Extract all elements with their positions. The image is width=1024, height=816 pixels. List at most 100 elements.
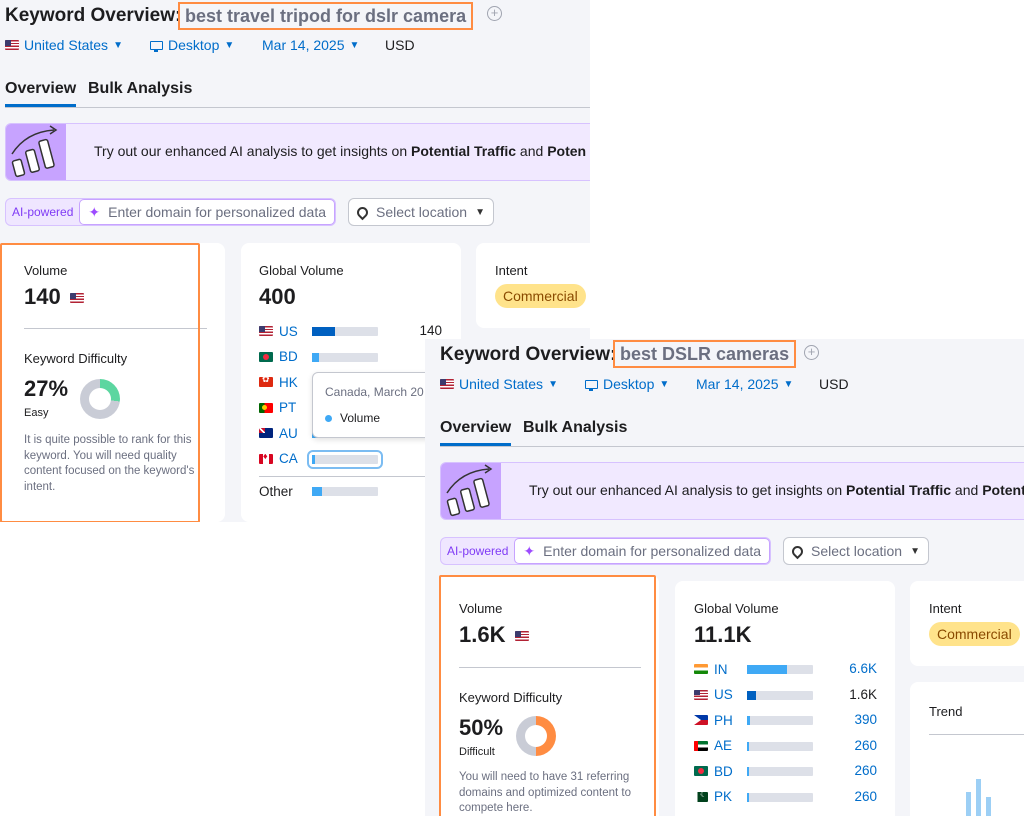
- desktop-icon: [150, 40, 163, 52]
- country-volume-value[interactable]: 260: [827, 763, 877, 778]
- sparkle-icon: ✦: [523, 542, 536, 559]
- bd-flag-icon: [259, 351, 273, 362]
- country-volume-bar: [747, 690, 813, 700]
- country-code[interactable]: US: [279, 324, 303, 339]
- tooltip-title: Canada, March 20: [325, 385, 424, 399]
- intent-card: Intent Commercial: [910, 581, 1024, 666]
- country-row-au[interactable]: AU: [259, 425, 303, 441]
- country-filter-label: United States: [459, 376, 544, 392]
- bd-flag-icon: [694, 766, 708, 776]
- country-code[interactable]: BD: [279, 349, 303, 364]
- country-code[interactable]: BD: [714, 764, 738, 779]
- ai-banner[interactable]: Try out our enhanced AI analysis to get …: [5, 123, 590, 181]
- country-row-pt[interactable]: PT: [259, 400, 303, 416]
- country-row-in[interactable]: IN: [694, 661, 738, 677]
- volume-kd-highlight: [439, 575, 656, 816]
- banner-bold-traffic: Potential Traffic: [846, 482, 952, 498]
- country-volume-bar: [312, 352, 378, 362]
- chevron-down-icon: ▼: [659, 378, 670, 390]
- country-code[interactable]: US: [714, 687, 738, 702]
- tab-overview[interactable]: Overview: [440, 419, 512, 446]
- chevron-down-icon: ▼: [548, 378, 558, 390]
- country-row-pk[interactable]: PK: [694, 789, 738, 805]
- intent-label: Intent: [495, 263, 528, 278]
- us-flag-icon: [694, 689, 708, 700]
- country-code[interactable]: AE: [714, 738, 738, 753]
- global-volume-value: 11.1K: [694, 622, 752, 647]
- domain-input[interactable]: ✦ Enter domain for personalized data: [514, 538, 771, 564]
- tab-bulk-analysis[interactable]: Bulk Analysis: [88, 80, 192, 98]
- location-pin-icon: [354, 204, 371, 220]
- add-keyword-icon[interactable]: +: [487, 6, 502, 21]
- ca-flag-icon: [259, 453, 273, 464]
- pt-flag-icon: [259, 402, 273, 413]
- banner-bold-potential: Potent: [982, 482, 1024, 498]
- location-select-placeholder: Select location: [811, 543, 903, 559]
- country-volume-value[interactable]: 260: [827, 738, 877, 753]
- country-code[interactable]: PH: [714, 713, 738, 728]
- country-volume-value[interactable]: 6.6K: [827, 661, 877, 676]
- intent-badge[interactable]: Commercial: [495, 284, 586, 308]
- ai-powered-label: AI-powered: [447, 544, 509, 558]
- location-select[interactable]: Select location ▼: [348, 198, 494, 226]
- device-filter[interactable]: Desktop ▼: [585, 376, 669, 392]
- country-filter[interactable]: United States ▼: [5, 37, 123, 53]
- device-filter-label: Desktop: [603, 376, 655, 392]
- in-flag-icon: [694, 664, 708, 674]
- country-code[interactable]: CA: [279, 451, 303, 466]
- ai-powered-domain-box: AI-powered ✦ Enter domain for personaliz…: [440, 537, 772, 565]
- country-volume-bar-fill: [747, 665, 787, 674]
- other-divider: [259, 476, 443, 477]
- other-volume-bar-fill: [312, 487, 322, 496]
- country-volume-bar: [747, 665, 813, 674]
- country-volume-value[interactable]: 260: [827, 789, 877, 804]
- country-code[interactable]: AU: [279, 426, 303, 441]
- country-volume-bar: [747, 792, 813, 802]
- country-code[interactable]: HK: [279, 375, 303, 390]
- country-row-ae[interactable]: AE: [694, 738, 738, 754]
- date-filter[interactable]: Mar 14, 2025 ▼: [696, 376, 793, 392]
- intent-badge[interactable]: Commercial: [929, 622, 1020, 646]
- country-row-bd[interactable]: BD: [259, 349, 303, 365]
- us-flag-icon: [5, 40, 19, 50]
- intent-card: Intent Commercial: [476, 243, 590, 328]
- add-keyword-icon[interactable]: +: [804, 345, 819, 360]
- country-volume-value[interactable]: 390: [827, 712, 877, 727]
- domain-input[interactable]: ✦ Enter domain for personalized data: [79, 199, 336, 225]
- country-filter[interactable]: United States ▼: [440, 376, 558, 392]
- device-filter[interactable]: Desktop ▼: [150, 37, 234, 53]
- chevron-down-icon: ▼: [910, 545, 920, 557]
- country-volume-bar-fill: [747, 716, 750, 725]
- country-row-hk[interactable]: HK: [259, 374, 303, 390]
- us-flag-icon: [440, 379, 454, 389]
- tab-overview[interactable]: Overview: [5, 80, 77, 107]
- trend-bar: [976, 779, 981, 816]
- device-filter-label: Desktop: [168, 37, 220, 53]
- other-label: Other: [259, 484, 293, 499]
- country-volume-bar: [747, 716, 813, 725]
- tab-bulk-analysis[interactable]: Bulk Analysis: [523, 419, 627, 437]
- trend-bar: [966, 792, 971, 816]
- currency-label: USD: [385, 37, 415, 53]
- tooltip-series-label: Volume: [340, 411, 381, 425]
- hk-flag-icon: [259, 377, 273, 387]
- global-volume-label: Global Volume: [694, 601, 779, 616]
- country-row-ph[interactable]: PH: [694, 712, 738, 728]
- country-row-us[interactable]: US: [259, 323, 303, 339]
- country-row-us[interactable]: US: [694, 687, 738, 703]
- chevron-down-icon: ▼: [783, 378, 794, 390]
- trend-grid-line: [929, 734, 1024, 735]
- location-select-placeholder: Select location: [376, 204, 468, 220]
- date-filter[interactable]: Mar 14, 2025 ▼: [262, 37, 359, 53]
- ai-banner[interactable]: Try out our enhanced AI analysis to get …: [440, 462, 1024, 520]
- banner-text-prefix: Try out our enhanced AI analysis to get …: [529, 482, 847, 498]
- country-row-ca[interactable]: CA: [259, 451, 303, 467]
- country-code[interactable]: IN: [714, 662, 738, 677]
- chevron-down-icon: ▼: [349, 39, 360, 51]
- country-code[interactable]: PK: [714, 789, 738, 804]
- location-select[interactable]: Select location ▼: [783, 537, 929, 565]
- country-row-bd[interactable]: BD: [694, 763, 738, 779]
- desktop-icon: [585, 379, 598, 391]
- ai-powered-domain-box: AI-powered ✦ Enter domain for personaliz…: [5, 198, 337, 226]
- country-code[interactable]: PT: [279, 400, 303, 415]
